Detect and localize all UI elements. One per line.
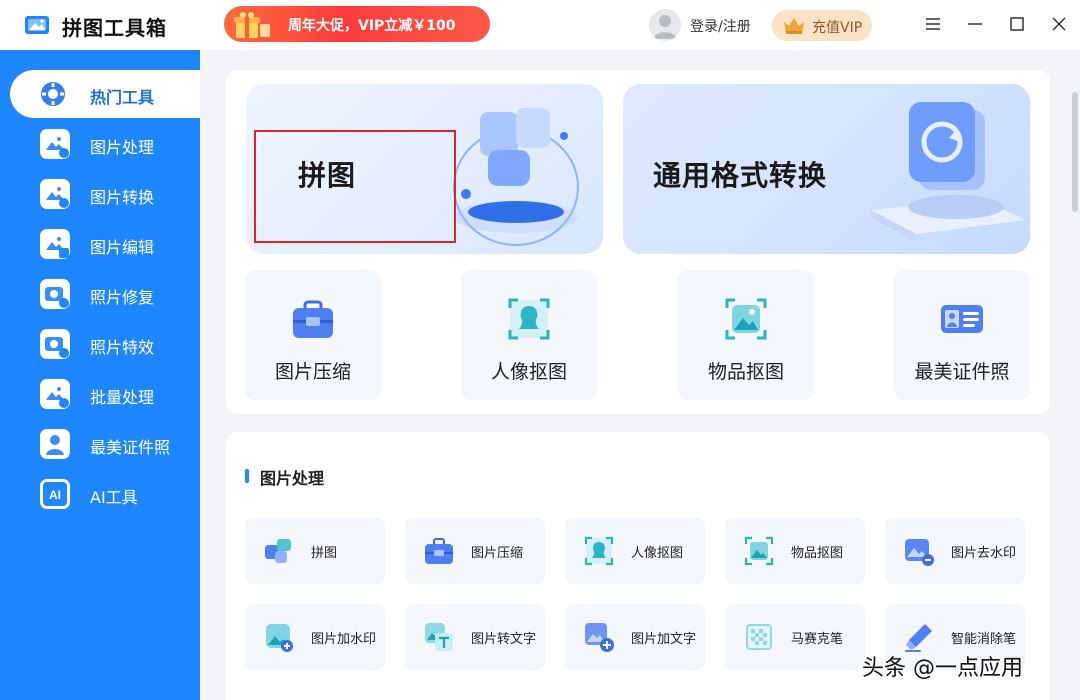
id-card-icon [941, 305, 983, 333]
sidebar-item-label: 照片修复 [90, 288, 155, 307]
promo-text: 周年大促，VIP立减￥100 [288, 18, 456, 34]
watermark-text: 头条 @一点应用 [862, 656, 1023, 681]
sidebar-item-photo-effect[interactable]: 照片特效 [10, 320, 200, 368]
portrait-cutout-icon [584, 536, 614, 566]
tool-add-watermark[interactable]: 图片加水印 [245, 604, 385, 670]
remove-watermark-icon [905, 539, 934, 566]
quick-tool-label: 最美证件照 [914, 361, 1010, 383]
puzzle-banner[interactable]: 拼图 [246, 84, 603, 254]
menu-icon[interactable] [923, 14, 943, 34]
gear-icon [41, 82, 65, 106]
tool-add-text[interactable]: 图片加文字 [565, 604, 705, 670]
sidebar: 热门工具 图片处理 图片转换 图片编辑 照片修复 照片特效 批量处理 最美证件照… [0, 50, 200, 700]
tool-label: 物品抠图 [791, 546, 844, 561]
sidebar-item-label: 图片处理 [90, 138, 155, 157]
sidebar-item-label: 热门工具 [90, 88, 155, 107]
add-watermark-icon [266, 624, 293, 652]
object-cutout-icon [725, 298, 767, 340]
main-content: 拼图 通用格式转换 图片压缩 人像抠图 物品抠图 最美证件照 图片处理 拼图 图… [200, 50, 1080, 700]
sidebar-item-photo-repair[interactable]: 照片修复 [10, 270, 200, 318]
app-title: 拼图工具箱 [62, 16, 167, 40]
tool-puzzle[interactable]: 拼图 [245, 518, 385, 584]
hot-tools-panel: 拼图 通用格式转换 图片压缩 人像抠图 物品抠图 最美证件照 [226, 70, 1050, 414]
gift-icon [234, 12, 270, 38]
sidebar-item-label: 图片转换 [90, 188, 155, 207]
sidebar-item-label: 批量处理 [90, 388, 155, 407]
sidebar-item-label: 图片编辑 [90, 238, 155, 257]
sidebar-item-label: 最美证件照 [90, 438, 171, 457]
login-register-link[interactable]: 登录/注册 [690, 16, 751, 36]
tool-label: 图片加水印 [311, 632, 377, 647]
svg-text:AI: AI [49, 488, 61, 502]
sidebar-item-image-edit[interactable]: 图片编辑 [10, 220, 200, 268]
crown-icon [784, 18, 804, 34]
maximize-icon[interactable] [1007, 14, 1027, 34]
tool-object-cutout[interactable]: 物品抠图 [725, 518, 865, 584]
ai-icon: AI [40, 479, 70, 509]
image-edit-icon [40, 229, 70, 259]
object-cutout-icon [744, 536, 774, 566]
tool-label: 图片转文字 [471, 632, 537, 647]
portrait-cutout-icon [508, 298, 550, 340]
tool-label: 图片加文字 [631, 632, 697, 647]
sidebar-item-image-convert[interactable]: 图片转换 [10, 170, 200, 218]
highlight-box [254, 130, 456, 243]
quick-tool-label: 图片压缩 [274, 361, 351, 383]
format-convert-banner[interactable]: 通用格式转换 [623, 84, 1030, 254]
image-to-text-icon [425, 623, 453, 651]
sidebar-item-ai-tools[interactable]: AI AI工具 [10, 470, 200, 518]
sidebar-item-label: AI工具 [90, 488, 138, 507]
banner-title: 通用格式转换 [653, 159, 828, 192]
quick-tool-label: 物品抠图 [707, 361, 784, 383]
image-process-icon [40, 129, 70, 159]
sidebar-item-batch-process[interactable]: 批量处理 [10, 370, 200, 418]
id-photo-icon [40, 429, 70, 459]
sidebar-item-image-process[interactable]: 图片处理 [10, 120, 200, 168]
quick-tool-portrait-cutout[interactable]: 人像抠图 [461, 270, 597, 400]
minimize-icon[interactable] [965, 14, 985, 34]
toolbox-icon [425, 538, 453, 564]
tool-portrait-cutout[interactable]: 人像抠图 [565, 518, 705, 584]
tool-label: 马赛克笔 [791, 632, 844, 647]
scrollbar[interactable] [1072, 92, 1078, 212]
batch-process-icon [40, 379, 70, 409]
tool-remove-watermark[interactable]: 图片去水印 [885, 518, 1025, 584]
sidebar-item-id-photo[interactable]: 最美证件照 [10, 420, 200, 468]
tool-label: 拼图 [311, 546, 338, 561]
user-avatar-icon[interactable] [649, 9, 681, 41]
photo-repair-icon [40, 279, 70, 309]
format-convert-illustration-icon [871, 102, 1026, 242]
tool-mosaic-pen[interactable]: 马赛克笔 [725, 604, 865, 670]
mosaic-icon [746, 624, 772, 650]
tool-image-compress[interactable]: 图片压缩 [405, 518, 545, 584]
image-convert-icon [40, 179, 70, 209]
quick-tool-label: 人像抠图 [490, 361, 567, 383]
sidebar-item-label: 照片特效 [90, 338, 155, 357]
add-text-icon [585, 623, 614, 652]
tool-image-to-text[interactable]: 图片转文字 [405, 604, 545, 670]
image-toolbox-logo-icon [25, 16, 49, 34]
toolbox-icon [293, 300, 333, 338]
sidebar-item-hot-tools[interactable]: 热门工具 [10, 70, 200, 118]
tool-label: 智能消除笔 [951, 632, 1017, 647]
puzzle-illustration-icon [453, 108, 579, 246]
section-accent-bar [245, 469, 249, 483]
quick-tool-id-photo[interactable]: 最美证件照 [894, 270, 1030, 400]
promo-banner[interactable]: 周年大促，VIP立减￥100 [224, 6, 490, 42]
quick-tool-object-cutout[interactable]: 物品抠图 [678, 270, 814, 400]
section-title: 图片处理 [260, 469, 325, 488]
tool-label: 图片压缩 [471, 546, 524, 561]
recharge-vip-button[interactable]: 充值VIP [772, 10, 872, 41]
puzzle-icon [265, 539, 291, 563]
tool-label: 人像抠图 [631, 546, 684, 561]
vip-label: 充值VIP [812, 20, 863, 36]
close-icon[interactable] [1049, 14, 1069, 34]
photo-effect-icon [40, 329, 70, 359]
quick-tool-image-compress[interactable]: 图片压缩 [245, 270, 381, 400]
tool-label: 图片去水印 [951, 546, 1017, 561]
title-bar: 拼图工具箱 周年大促，VIP立减￥100 登录/注册 充值VIP [0, 0, 1080, 50]
smart-eraser-icon [905, 624, 932, 652]
